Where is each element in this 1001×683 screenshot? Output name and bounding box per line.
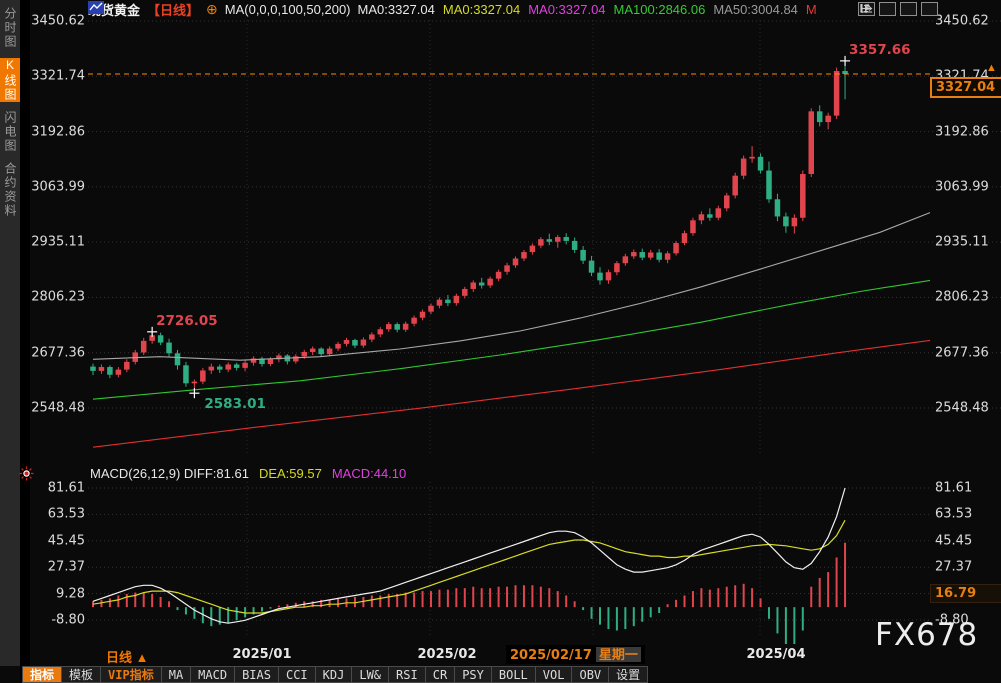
price-tick-right: 2677.36 [935, 345, 999, 360]
price-tick-right: 3192.86 [935, 124, 999, 139]
toolbar-button-OBV[interactable]: OBV [572, 666, 609, 683]
period-tag[interactable]: 【日线】 [147, 0, 199, 19]
price-tick-left: 2806.23 [28, 290, 85, 305]
month-label-2025/04: 2025/04 [746, 647, 805, 662]
main-chart-canvas[interactable]: 2726.05 2583.01 3357.66 [0, 0, 1001, 683]
line-chart-icon[interactable] [88, 1, 104, 14]
toolbar-button-LW&[interactable]: LW& [352, 666, 389, 683]
chart-header: 现货黄金【日线】 ⊕ MA(0,0,0,100,50,200) MA0:3327… [88, 1, 825, 18]
indicator-toolbar: 指标模板VIP指标MAMACDBIASCCIKDJLW&RSICRPSYBOLL… [22, 666, 648, 683]
crosshair-date-tooltip: 2025/02/17 星期一 [506, 645, 645, 664]
axis-play-icon[interactable] [900, 2, 917, 16]
crosshair-weekday: 星期一 [596, 647, 641, 662]
left-sidebar: 分时图 K线图闪电图合约资料 [0, 0, 20, 666]
macd-tick-left: 9.28 [28, 586, 85, 601]
price-tick-right: 2806.23 [935, 290, 999, 305]
sidebar-item-分时图[interactable]: 分时图 [0, 7, 20, 49]
price-tick-left: 3321.74 [28, 69, 85, 84]
macd-title-part-1: DEA:59.57 [259, 466, 322, 481]
toolbar-button-BOLL[interactable]: BOLL [492, 666, 536, 683]
macd-tick-left: 63.53 [28, 507, 85, 522]
price-tick-left: 2677.36 [28, 345, 85, 360]
price-up-arrow-icon: ▲ [986, 62, 997, 74]
kline-app: 2726.05 2583.01 3357.66 分时图 K线图闪电图合约资料 现货黄金… [0, 0, 1001, 683]
ma-value-0: MA0:3327.04 [358, 2, 435, 17]
price-tick-right: 2935.11 [935, 235, 999, 250]
macd-tick-left: 45.45 [28, 533, 85, 548]
macd-title-part-0: MACD(26,12,9) DIFF:81.61 [90, 466, 249, 481]
toolbar-button-模板[interactable]: 模板 [62, 666, 101, 683]
month-label-2025/01: 2025/01 [232, 647, 291, 662]
macd-value-box: 16.79 [930, 584, 1001, 603]
macd-title-part-2: MACD:44.10 [332, 466, 406, 481]
macd-tick-right: 27.37 [935, 560, 999, 575]
time-axis: 日线 ▲ 2025/012025/022025/032025/04 2025/0… [0, 644, 1001, 666]
toolbar-button-CCI[interactable]: CCI [279, 666, 316, 683]
price-tick-right: 3063.99 [935, 179, 999, 194]
macd-tick-right: 63.53 [935, 507, 999, 522]
price-tick-left: 3192.86 [28, 124, 85, 139]
price-tick-left: 2548.48 [28, 401, 85, 416]
price-annotation: 2726.05 [156, 313, 218, 329]
macd-tick-right: 45.45 [935, 533, 999, 548]
sidebar-item-合约资料[interactable]: 合约资料 [0, 162, 20, 218]
price-tick-right: 2548.48 [935, 401, 999, 416]
toolbar-button-MACD[interactable]: MACD [191, 666, 235, 683]
corner-toolbar [858, 2, 938, 16]
toolbar-button-指标[interactable]: 指标 [22, 666, 62, 683]
brand-watermark: FX678 [875, 617, 978, 653]
macd-tick-right: 81.61 [935, 481, 999, 496]
axis-zoom-icon[interactable] [879, 2, 896, 16]
ma-value-1: MA0:3327.04 [443, 2, 520, 17]
price-tick-right: 3450.62 [935, 14, 999, 29]
ma-value-5: M [806, 2, 817, 17]
ma-value-list: MA0:3327.04 MA0:3327.04 MA0:3327.04 MA100:2… [358, 2, 825, 17]
sidebar-item-K线图[interactable]: K线图 [0, 58, 20, 102]
sidebar-item-闪电图[interactable]: 闪电图 [0, 111, 20, 153]
last-price-box: 3327.04 [930, 77, 1001, 98]
ma-value-2: MA0:3327.04 [528, 2, 605, 17]
ma-value-3: MA100:2846.06 [614, 2, 706, 17]
macd-tick-left: 81.61 [28, 481, 85, 496]
ma-value-4: MA50:3004.84 [713, 2, 798, 17]
macd-tick-left: -8.80 [28, 613, 85, 628]
macd-tick-left: 27.37 [28, 560, 85, 575]
add-indicator-icon[interactable]: ⊕ [206, 1, 218, 18]
crosshair-date: 2025/02/17 [510, 648, 592, 663]
toolbar-button-BIAS[interactable]: BIAS [235, 666, 279, 683]
sidebar-gap [20, 0, 30, 683]
toolbar-button-KDJ[interactable]: KDJ [316, 666, 353, 683]
toolbar-button-RSI[interactable]: RSI [389, 666, 426, 683]
toolbar-button-PSY[interactable]: PSY [455, 666, 492, 683]
price-annotation: 2583.01 [204, 396, 266, 412]
toolbar-button-设置[interactable]: 设置 [609, 666, 648, 683]
shift-right-icon[interactable] [921, 2, 938, 16]
toolbar-button-MA[interactable]: MA [162, 666, 191, 683]
period-selector[interactable]: 日线 ▲ [106, 647, 148, 666]
month-label-2025/02: 2025/02 [417, 647, 476, 662]
price-tick-left: 2935.11 [28, 235, 85, 250]
macd-indicator-title: MACD(26,12,9) DIFF:81.61 DEA:59.57 MACD:44… [90, 466, 406, 481]
toolbar-button-CR[interactable]: CR [426, 666, 455, 683]
price-annotation: 3357.66 [849, 42, 911, 58]
toolbar-button-VIP指标[interactable]: VIP指标 [101, 666, 162, 683]
price-tick-left: 3063.99 [28, 179, 85, 194]
ma-formula: MA(0,0,0,100,50,200) [225, 2, 351, 17]
toolbar-button-VOL[interactable]: VOL [536, 666, 573, 683]
price-tick-left: 3450.62 [28, 14, 85, 29]
